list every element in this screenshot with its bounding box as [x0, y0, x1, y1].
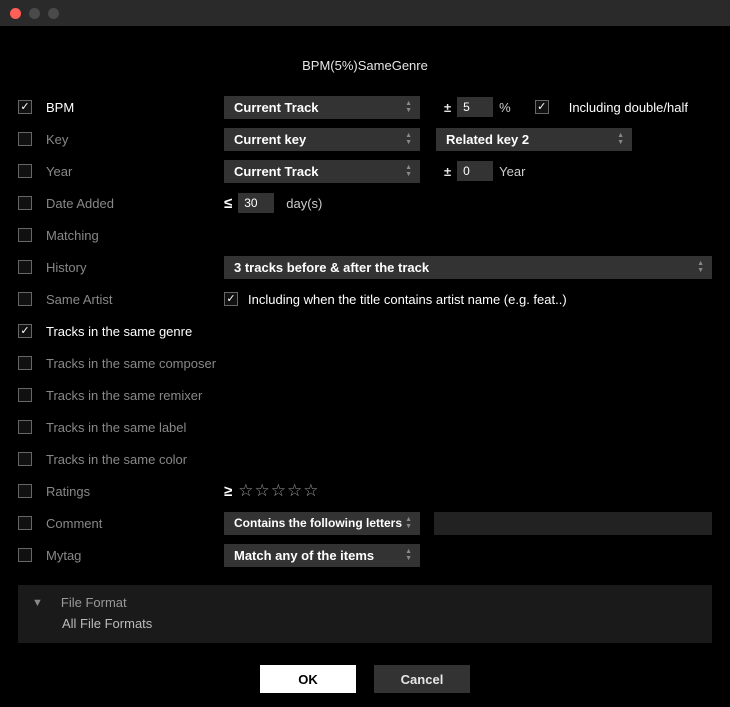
row-comment: Comment Contains the following letters ▲…	[18, 507, 712, 539]
label-same-remixer: Tracks in the same remixer	[46, 388, 224, 403]
section-file-format: ▼ File Format All File Formats	[18, 585, 712, 643]
input-bpm-tolerance[interactable]: 5	[457, 97, 493, 117]
select-key-source[interactable]: Current key ▲▼	[224, 128, 420, 151]
label-percent: %	[499, 100, 511, 115]
label-year-suffix: Year	[499, 164, 525, 179]
checkbox-mytag[interactable]	[18, 548, 32, 562]
checkbox-bpm-doublehalf[interactable]	[535, 100, 549, 114]
select-value: Match any of the items	[234, 548, 374, 563]
label-file-format: File Format	[61, 595, 127, 610]
stepper-icon: ▲▼	[405, 101, 412, 114]
dialog-title: BPM(5%)SameGenre	[0, 58, 730, 73]
label-same-genre: Tracks in the same genre	[46, 324, 224, 339]
select-value: 3 tracks before & after the track	[234, 260, 429, 275]
stepper-icon: ▲▼	[405, 165, 412, 178]
row-same-remixer: Tracks in the same remixer	[18, 379, 712, 411]
label-key: Key	[46, 132, 224, 147]
select-history[interactable]: 3 tracks before & after the track ▲▼	[224, 256, 712, 279]
window-titlebar	[0, 0, 730, 26]
checkbox-same-genre[interactable]	[18, 324, 32, 338]
label-bpm-doublehalf: Including double/half	[569, 100, 688, 115]
label-date-added: Date Added	[46, 196, 224, 211]
row-ratings: Ratings ≥ ☆☆☆☆☆	[18, 475, 712, 507]
minimize-window-button[interactable]	[29, 8, 40, 19]
stepper-icon: ▲▼	[405, 549, 412, 562]
checkbox-same-composer[interactable]	[18, 356, 32, 370]
checkbox-history[interactable]	[18, 260, 32, 274]
checkbox-date-added[interactable]	[18, 196, 32, 210]
input-comment-text[interactable]	[434, 512, 712, 535]
row-same-genre: Tracks in the same genre	[18, 315, 712, 347]
select-key-related[interactable]: Related key 2 ▲▼	[436, 128, 632, 151]
label-same-label: Tracks in the same label	[46, 420, 224, 435]
label-mytag: Mytag	[46, 548, 224, 563]
label-year: Year	[46, 164, 224, 179]
stepper-icon: ▲▼	[405, 517, 412, 530]
label-ratings: Ratings	[46, 484, 224, 499]
form-content: BPM Current Track ▲▼ ± 5 % Including dou…	[0, 91, 730, 693]
label-include-feat: Including when the title contains artist…	[248, 292, 567, 307]
input-year-tolerance[interactable]: 0	[457, 161, 493, 181]
select-value: Current Track	[234, 164, 319, 179]
input-days[interactable]: 30	[238, 193, 274, 213]
label-comment: Comment	[46, 516, 224, 531]
checkbox-comment[interactable]	[18, 516, 32, 530]
plus-minus-icon: ±	[444, 164, 451, 179]
stepper-icon: ▲▼	[405, 133, 412, 146]
label-same-composer: Tracks in the same composer	[46, 356, 224, 371]
label-file-format-value: All File Formats	[62, 616, 698, 631]
label-history: History	[46, 260, 224, 275]
ok-button[interactable]: OK	[260, 665, 356, 693]
row-bpm: BPM Current Track ▲▼ ± 5 % Including dou…	[18, 91, 712, 123]
select-value: Related key 2	[446, 132, 529, 147]
row-year: Year Current Track ▲▼ ± 0 Year	[18, 155, 712, 187]
label-same-artist: Same Artist	[46, 292, 224, 307]
operator-gte-icon: ≥	[224, 483, 232, 500]
label-bpm: BPM	[46, 100, 224, 115]
select-value: Current Track	[234, 100, 319, 115]
label-same-color: Tracks in the same color	[46, 452, 224, 467]
close-window-button[interactable]	[10, 8, 21, 19]
operator-lte-icon: ≤	[224, 195, 232, 212]
checkbox-matching[interactable]	[18, 228, 32, 242]
label-matching: Matching	[46, 228, 224, 243]
row-same-color: Tracks in the same color	[18, 443, 712, 475]
checkbox-same-color[interactable]	[18, 452, 32, 466]
select-mytag-mode[interactable]: Match any of the items ▲▼	[224, 544, 420, 567]
row-mytag: Mytag Match any of the items ▲▼	[18, 539, 712, 571]
row-same-composer: Tracks in the same composer	[18, 347, 712, 379]
select-bpm-source[interactable]: Current Track ▲▼	[224, 96, 420, 119]
row-same-artist: Same Artist Including when the title con…	[18, 283, 712, 315]
select-comment-mode[interactable]: Contains the following letters ▲▼	[224, 512, 420, 535]
button-row: OK Cancel	[18, 665, 712, 693]
maximize-window-button[interactable]	[48, 8, 59, 19]
checkbox-include-feat[interactable]	[224, 292, 238, 306]
plus-minus-icon: ±	[444, 100, 451, 115]
checkbox-ratings[interactable]	[18, 484, 32, 498]
checkbox-bpm[interactable]	[18, 100, 32, 114]
select-value: Current key	[234, 132, 306, 147]
checkbox-year[interactable]	[18, 164, 32, 178]
stepper-icon: ▲▼	[617, 133, 624, 146]
checkbox-key[interactable]	[18, 132, 32, 146]
checkbox-same-remixer[interactable]	[18, 388, 32, 402]
row-history: History 3 tracks before & after the trac…	[18, 251, 712, 283]
row-same-label: Tracks in the same label	[18, 411, 712, 443]
row-matching: Matching	[18, 219, 712, 251]
rating-stars[interactable]: ☆☆☆☆☆	[238, 481, 319, 501]
stepper-icon: ▲▼	[697, 261, 704, 274]
row-date-added: Date Added ≤ 30 day(s)	[18, 187, 712, 219]
row-key: Key Current key ▲▼ Related key 2 ▲▼	[18, 123, 712, 155]
select-value: Contains the following letters	[234, 516, 402, 530]
checkbox-same-artist[interactable]	[18, 292, 32, 306]
cancel-button[interactable]: Cancel	[374, 665, 470, 693]
checkbox-same-label[interactable]	[18, 420, 32, 434]
chevron-down-icon[interactable]: ▼	[32, 597, 43, 609]
select-year-source[interactable]: Current Track ▲▼	[224, 160, 420, 183]
label-days: day(s)	[286, 196, 322, 211]
